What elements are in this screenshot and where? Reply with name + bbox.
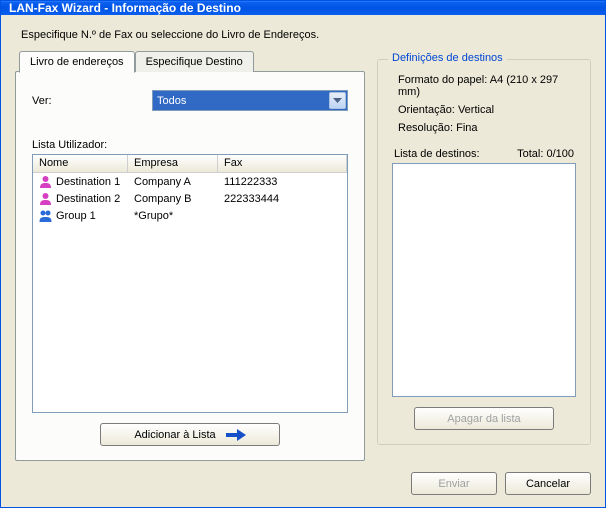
cell-name: Destination 1: [33, 174, 128, 189]
left-pane: Livro de endereços Especifique Destino V…: [15, 51, 365, 462]
paper-label: Formato do papel:: [398, 74, 487, 86]
person-icon: [39, 192, 52, 205]
send-button-label: Enviar: [438, 478, 469, 490]
main-area: Livro de endereços Especifique Destino V…: [15, 51, 591, 462]
right-pane: Definições de destinos Formato do papel:…: [377, 51, 591, 462]
tab-label: Especifique Destino: [146, 56, 243, 68]
col-header-name[interactable]: Nome: [33, 155, 128, 172]
tab-content: Ver: Todos Lista Utilizador: Nome Empre: [15, 71, 365, 461]
chevron-down-icon[interactable]: [329, 92, 346, 109]
add-to-list-button[interactable]: Adicionar à Lista: [100, 423, 280, 446]
cell-fax: 111222333: [218, 175, 347, 189]
bottom-buttons: Enviar Cancelar: [15, 472, 591, 495]
wizard-window: LAN-Fax Wizard - Informação de Destino E…: [0, 0, 606, 508]
destinations-groupbox: Definições de destinos Formato do papel:…: [377, 59, 591, 445]
dest-actions: Apagar da lista: [392, 407, 576, 430]
client-area: Especifique N.º de Fax ou seleccione do …: [1, 15, 605, 507]
cancel-button[interactable]: Cancelar: [505, 472, 591, 495]
orientation-label: Orientação:: [398, 104, 455, 116]
cell-company: *Grupo*: [128, 209, 218, 223]
paper-format-row: Formato do papel: A4 (210 x 297 mm): [398, 74, 576, 98]
view-selected: Todos: [157, 95, 186, 107]
person-icon: [39, 175, 52, 188]
tabs-row: Livro de endereços Especifique Destino: [19, 51, 365, 72]
col-header-company[interactable]: Empresa: [128, 155, 218, 172]
add-button-label: Adicionar à Lista: [134, 429, 215, 441]
view-row: Ver: Todos: [32, 90, 348, 111]
destination-info: Formato do papel: A4 (210 x 297 mm) Orie…: [392, 74, 576, 134]
tab-specify-destination[interactable]: Especifique Destino: [135, 51, 254, 72]
groupbox-title: Definições de destinos: [388, 52, 507, 64]
instruction-text: Especifique N.º de Fax ou seleccione do …: [21, 29, 591, 41]
col-header-fax[interactable]: Fax: [218, 155, 347, 172]
resolution-label: Resolução:: [398, 122, 453, 134]
tab-address-book[interactable]: Livro de endereços: [19, 51, 135, 73]
cell-company: Company B: [128, 192, 218, 206]
window-title: LAN-Fax Wizard - Informação de Destino: [9, 1, 241, 15]
cell-name: Destination 2: [33, 191, 128, 206]
listview-header: Nome Empresa Fax: [33, 155, 347, 173]
user-listview[interactable]: Nome Empresa Fax Destination 1 Company A: [32, 154, 348, 413]
cell-name: Group 1: [33, 208, 128, 223]
userlist-label: Lista Utilizador:: [32, 139, 348, 151]
dest-list-header: Lista de destinos: Total: 0/100: [392, 148, 576, 160]
add-row: Adicionar à Lista: [32, 423, 348, 446]
send-button[interactable]: Enviar: [411, 472, 497, 495]
resolution-value: Fina: [456, 122, 477, 134]
orientation-row: Orientação: Vertical: [398, 104, 576, 116]
listview-body: Destination 1 Company A 111222333 Destin…: [33, 173, 347, 412]
destination-listbox[interactable]: [392, 163, 576, 397]
cell-company: Company A: [128, 175, 218, 189]
tab-label: Livro de endereços: [30, 56, 124, 68]
dest-list-label: Lista de destinos:: [394, 148, 480, 160]
group-icon: [39, 209, 52, 222]
cell-fax: 222333444: [218, 192, 347, 206]
orientation-value: Vertical: [458, 104, 494, 116]
table-row[interactable]: Group 1 *Grupo*: [33, 207, 347, 224]
delete-button-label: Apagar da lista: [447, 413, 520, 425]
titlebar: LAN-Fax Wizard - Informação de Destino: [1, 1, 605, 15]
cell-fax: [218, 215, 347, 217]
resolution-row: Resolução: Fina: [398, 122, 576, 134]
view-combobox[interactable]: Todos: [152, 90, 348, 111]
cancel-button-label: Cancelar: [526, 478, 570, 490]
delete-from-list-button[interactable]: Apagar da lista: [414, 407, 554, 430]
dest-total-label: Total: 0/100: [517, 148, 574, 160]
arrow-right-icon: [226, 429, 246, 441]
table-row[interactable]: Destination 2 Company B 222333444: [33, 190, 347, 207]
table-row[interactable]: Destination 1 Company A 111222333: [33, 173, 347, 190]
view-label: Ver:: [32, 95, 152, 107]
